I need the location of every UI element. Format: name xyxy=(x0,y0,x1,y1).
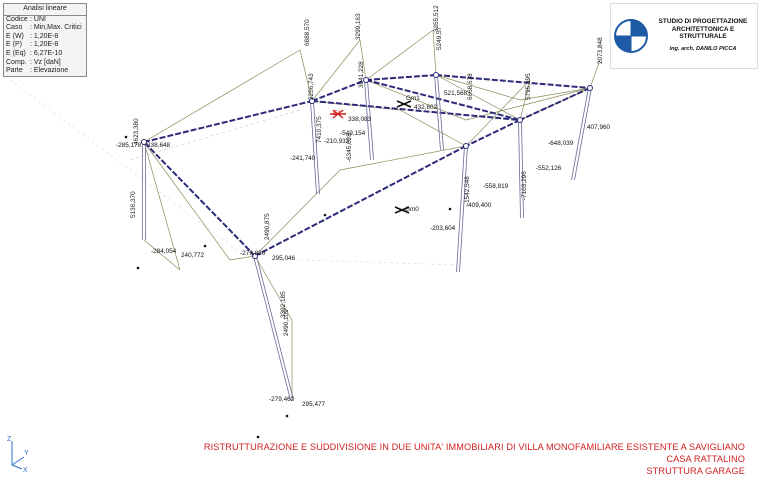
info-row-case: Caso: Min,Max. Critici xyxy=(6,24,82,32)
value-label: -648,039 xyxy=(548,140,574,147)
diagram-line xyxy=(339,145,467,171)
axis-triad-icon: Z Y X xyxy=(7,436,29,473)
value-label: 2073,848 xyxy=(597,37,604,64)
info-row-ep: E (P): 1,20E-8 xyxy=(6,41,59,49)
frame-beam xyxy=(465,119,521,147)
value-label: 432,602 xyxy=(414,104,438,111)
support-dot xyxy=(256,435,260,439)
value-label: -552,126 xyxy=(536,165,562,172)
frame-column xyxy=(574,87,592,181)
marker-gm0-label: Gm0 xyxy=(405,206,419,213)
diagram-line xyxy=(143,49,301,143)
logo-line-1: STUDIO DI PROGETTAZIONE xyxy=(658,18,748,25)
support-dot xyxy=(285,414,289,418)
structure-canvas[interactable] xyxy=(0,0,759,486)
structure-name: STRUTTURA GARAGE xyxy=(646,466,745,476)
logo-line-3: ing. arch. DANILO PICCA xyxy=(669,46,737,52)
diagram-line xyxy=(143,141,231,261)
structural-frame xyxy=(142,74,592,401)
value-label: 295,046 xyxy=(272,255,296,262)
shear-force-diagrams xyxy=(9,29,601,400)
frame-node xyxy=(141,139,147,145)
axis-x-label: X xyxy=(23,467,28,473)
diagram-line xyxy=(589,59,601,89)
frame-column xyxy=(571,87,589,181)
value-label: 338,648 xyxy=(147,142,171,149)
axis-y-label: Y xyxy=(24,450,29,457)
logo-line-2: ARCHITETTONICA E STRUTTURALE xyxy=(671,26,735,40)
axis-z-label: Z xyxy=(7,436,12,443)
frame-node xyxy=(517,117,523,123)
value-label: 5136,370 xyxy=(130,191,137,218)
value-label: 2490,875 xyxy=(264,213,271,240)
project-title: RISTRUTTURAZIONE E SUDDIVISIONE IN DUE U… xyxy=(203,442,745,452)
frame-column xyxy=(310,100,317,195)
value-label: -241,740 xyxy=(290,155,316,162)
frame-node xyxy=(587,85,593,91)
support-dot xyxy=(448,207,452,211)
value-label: 5795,395 xyxy=(525,73,532,100)
diagram-line xyxy=(399,109,467,147)
value-label: -279,830 xyxy=(240,250,266,257)
value-label: 5249,57 xyxy=(436,26,443,50)
frame-beam xyxy=(143,100,313,143)
value-label: -6345,028 xyxy=(346,133,353,162)
value-label: 240,772 xyxy=(181,252,205,259)
value-label: 3299,163 xyxy=(355,13,362,40)
info-row-comp: Comp.: Vz [daN] xyxy=(6,58,61,66)
value-label: 4623,380 xyxy=(133,118,140,145)
analysis-info-box: Analisi lineare Codice: UNI Caso: Min,Ma… xyxy=(3,3,87,77)
diagram-line xyxy=(465,79,531,147)
value-label: 7410,375 xyxy=(316,116,323,143)
frame-node xyxy=(463,143,469,149)
client-name: CASA RATTALINO xyxy=(666,454,745,464)
support-dot xyxy=(203,244,207,248)
frame-column xyxy=(313,100,320,195)
value-label: -285,178 xyxy=(116,142,142,149)
marker-e1-label: E1 xyxy=(333,110,341,117)
studio-logo-icon xyxy=(614,19,648,53)
diagram-line xyxy=(365,29,434,81)
frame-beam xyxy=(254,145,467,257)
frame-column xyxy=(518,119,521,219)
value-label: -279,462 xyxy=(269,396,295,403)
frame-beam xyxy=(435,74,591,89)
info-row-ew: E (W): 1,20E-8 xyxy=(6,32,59,40)
value-label: 2490,109 xyxy=(283,309,290,336)
analysis-header: Analisi lineare xyxy=(4,4,86,16)
support-dot xyxy=(136,266,140,270)
support-dot xyxy=(124,135,128,139)
info-row-part: Parte: Elevazione xyxy=(6,67,69,75)
info-row-eeq: E (Eq): 6,27E-10 xyxy=(6,49,63,57)
support-dot xyxy=(323,213,327,217)
marker-gm1-label: Gm1 xyxy=(406,95,420,102)
value-label: -7103,296 xyxy=(521,171,528,200)
value-label: -284,054 xyxy=(151,248,177,255)
value-label: 6888,570 xyxy=(304,19,311,46)
value-label: 338,083 xyxy=(348,116,372,123)
diagram-line xyxy=(143,239,181,271)
info-row-code: Codice: UNI xyxy=(6,15,46,23)
reference-line xyxy=(299,259,461,266)
frame-beam xyxy=(143,141,256,257)
value-label: 6668,678 xyxy=(467,73,474,100)
project-title-block: RISTRUTTURAZIONE E SUDDIVISIONE IN DUE U… xyxy=(204,441,745,477)
frame-beam xyxy=(365,74,437,81)
frame-beam xyxy=(365,79,521,121)
studio-logo: STUDIO DI PROGETTAZIONE ARCHITETTONICA E… xyxy=(610,3,758,69)
value-label: -558,819 xyxy=(483,183,509,190)
frame-node xyxy=(433,72,439,78)
value-label: -1542,548 xyxy=(464,176,471,205)
value-label: 407,960 xyxy=(587,124,611,131)
value-label: 3256,743 xyxy=(308,73,315,100)
value-label: 3041,228 xyxy=(358,61,365,88)
frame-column xyxy=(521,119,524,219)
value-label: 521,568 xyxy=(444,90,468,97)
reference-line xyxy=(9,79,251,261)
value-label: 295,477 xyxy=(302,401,326,408)
value-label: -203,604 xyxy=(430,225,456,232)
